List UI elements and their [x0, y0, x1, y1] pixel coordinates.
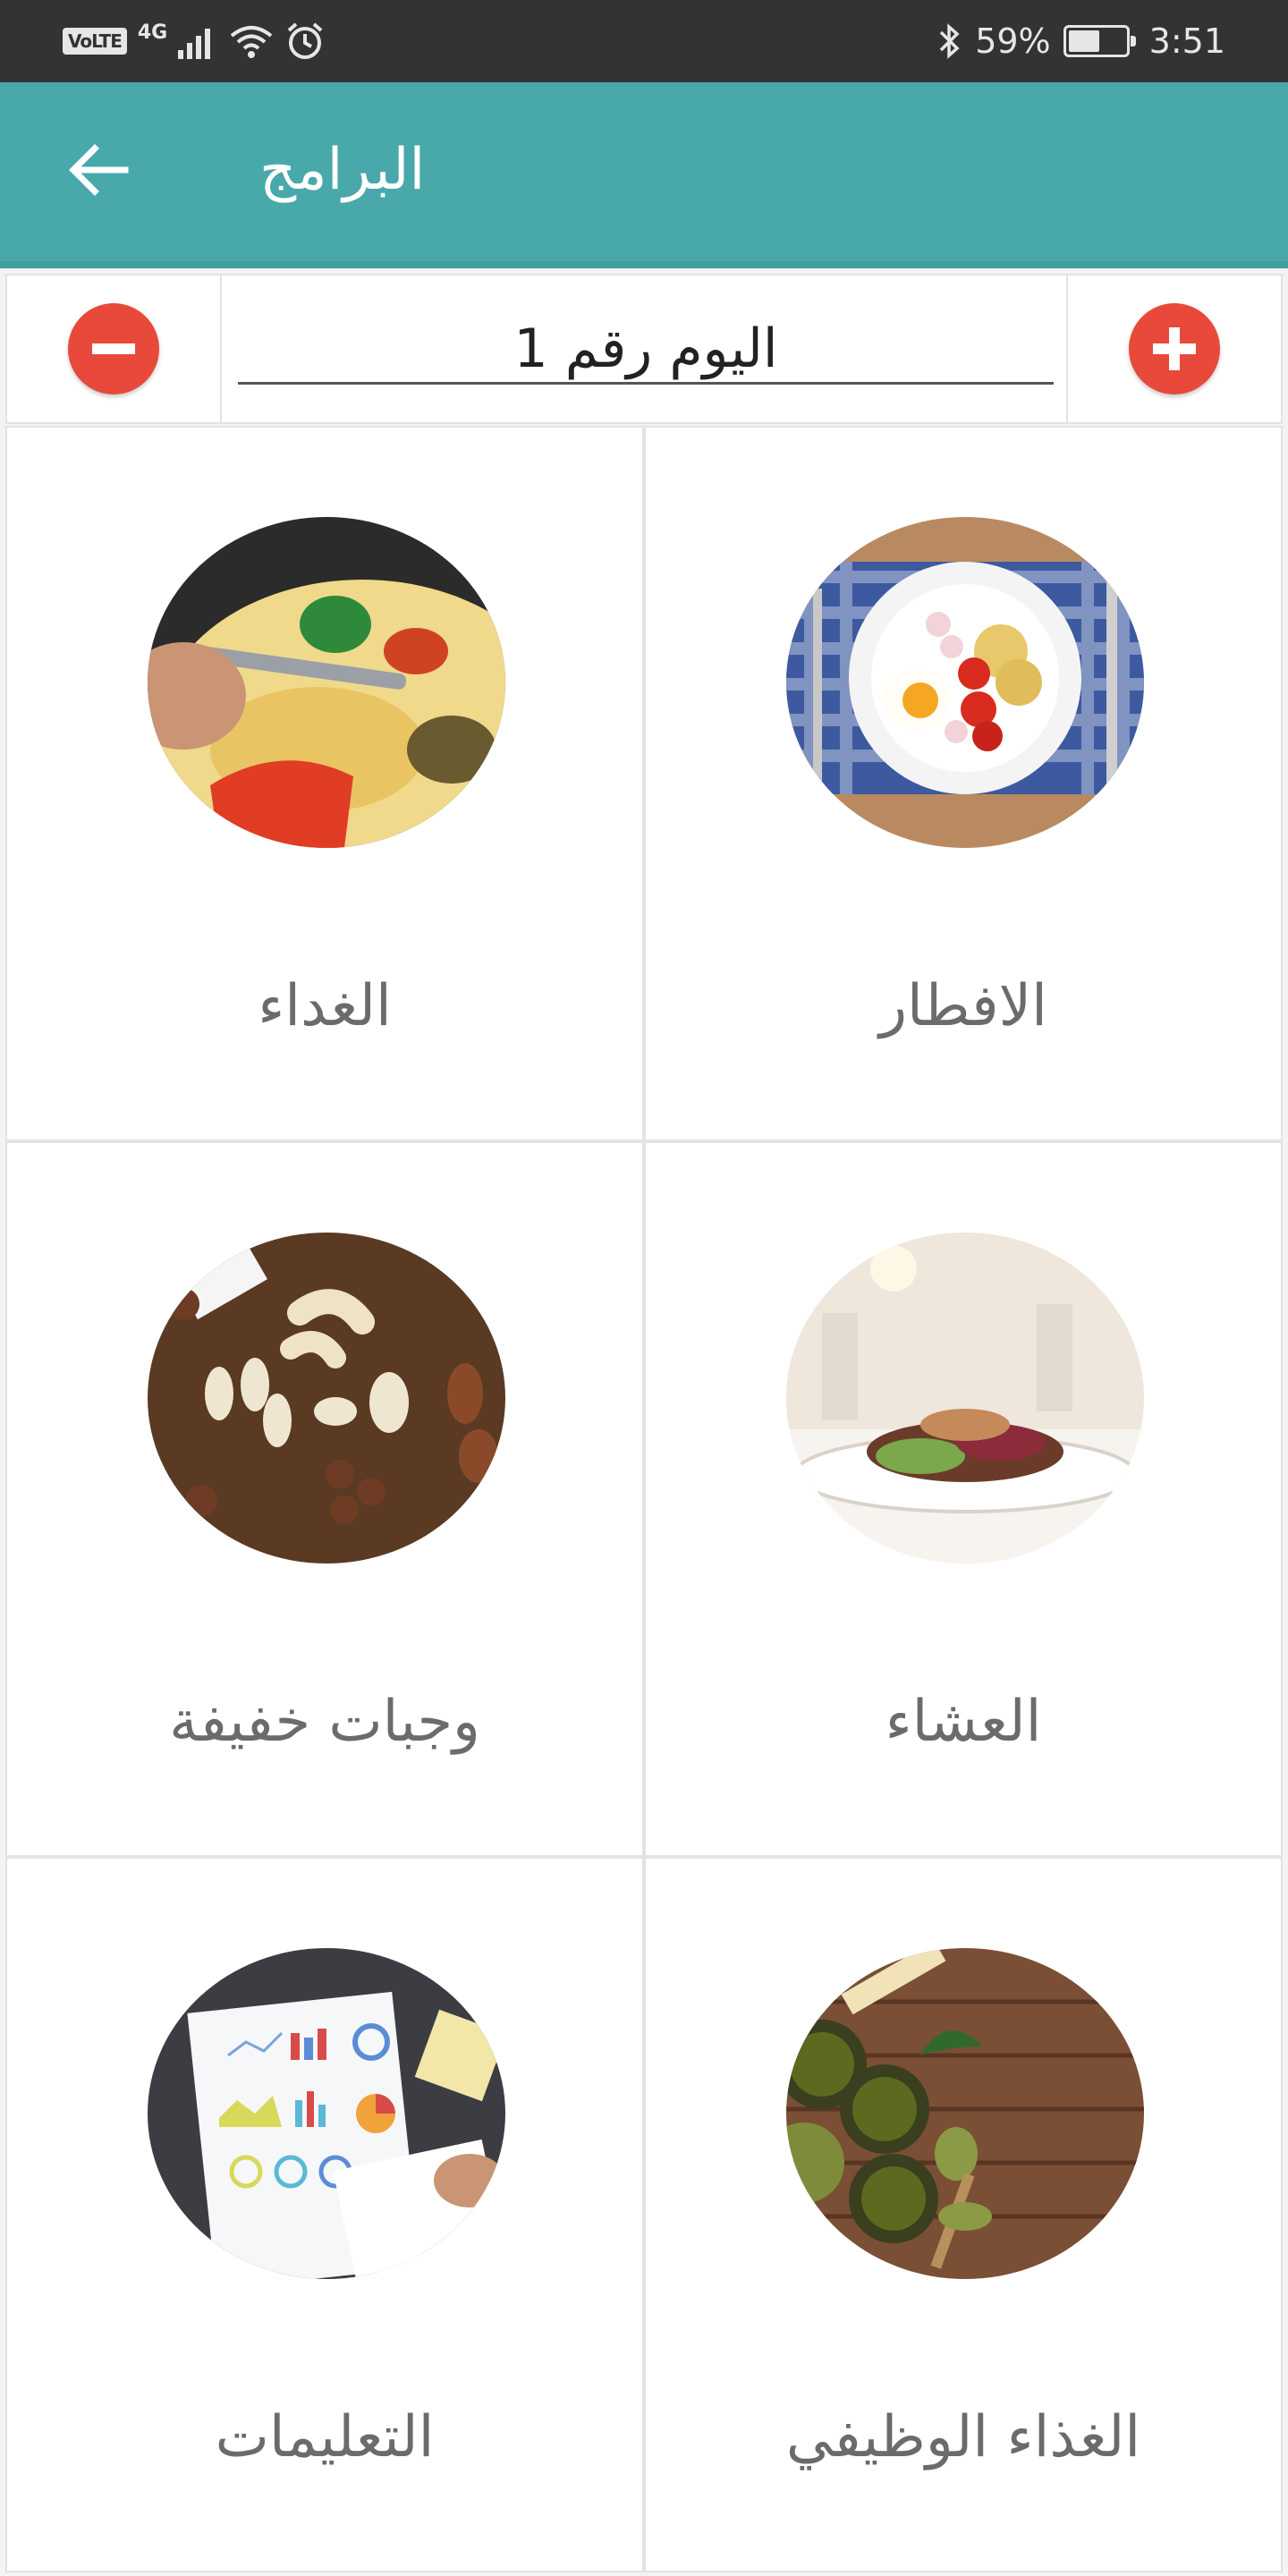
wifi-icon [230, 26, 273, 58]
charts-notebook-photo [148, 1948, 505, 2279]
breakfast-plate-photo [786, 517, 1144, 848]
volte-badge: VoLTE [63, 28, 127, 55]
meal-grid: الافطار الغداء العشاء وجبات خفيفة الغذاء… [5, 426, 1283, 2572]
meal-card-snacks[interactable]: وجبات خفيفة [5, 1141, 644, 1857]
bluetooth-icon [939, 23, 960, 59]
day-input-wrap: اليوم رقم 1 [238, 275, 1054, 422]
status-bar: VoLTE 4G 59% 3:51 [0, 0, 1288, 82]
dinner-plate-photo [786, 1233, 1144, 1563]
meal-card-instructions[interactable]: التعليمات [5, 1857, 644, 2572]
meal-card-breakfast[interactable]: الافطار [644, 426, 1283, 1141]
battery-fill [1068, 30, 1099, 52]
status-left-icons: VoLTE 4G [63, 18, 325, 64]
meal-label: الافطار [879, 973, 1047, 1039]
back-button[interactable] [55, 127, 141, 213]
network-type: 4G [137, 21, 168, 44]
meal-label: الغذاء الوظيفي [785, 2404, 1141, 2470]
minus-circle-icon [92, 343, 135, 354]
app-bar: البرامج [0, 82, 1288, 268]
remove-day-button[interactable] [68, 303, 159, 394]
add-day-cell [1066, 275, 1281, 422]
meal-card-functional-food[interactable]: الغذاء الوظيفي [644, 1857, 1283, 2572]
meal-label: التعليمات [215, 2404, 435, 2470]
day-selector: اليوم رقم 1 [5, 274, 1283, 424]
status-right-icons: 59% 3:51 [937, 16, 1225, 66]
day-number-field[interactable]: اليوم رقم 1 [238, 313, 1054, 385]
meal-card-dinner[interactable]: العشاء [644, 1141, 1283, 1857]
nuts-photo [148, 1233, 505, 1563]
meal-card-lunch[interactable]: الغداء [5, 426, 644, 1141]
battery-percent: 59% [975, 21, 1051, 61]
meal-label: الغداء [258, 973, 392, 1039]
meal-label: وجبات خفيفة [169, 1689, 480, 1755]
clock: 3:51 [1148, 21, 1225, 61]
page-title: البرامج [259, 137, 426, 203]
arrow-left-icon [69, 144, 129, 196]
remove-day-cell [7, 275, 222, 422]
add-day-button[interactable] [1129, 303, 1220, 394]
battery-icon [1063, 25, 1136, 57]
plus-circle-icon [1153, 327, 1196, 370]
meal-label: العشاء [885, 1689, 1042, 1755]
pasta-fork-photo [148, 517, 505, 848]
signal-icon [178, 29, 211, 59]
alarm-icon [287, 22, 323, 59]
matcha-powder-photo [786, 1948, 1144, 2279]
